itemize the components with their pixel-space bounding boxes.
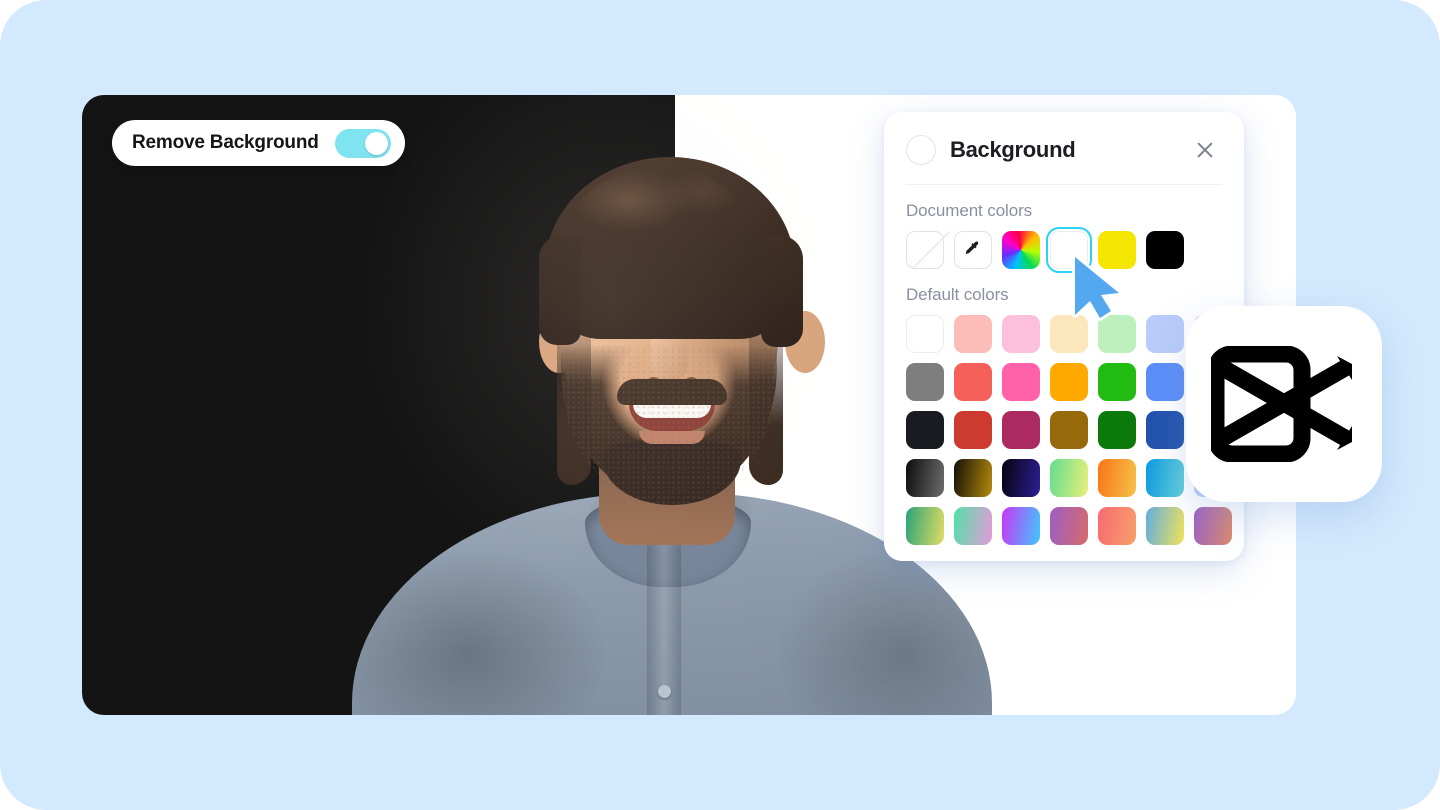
swatch[interactable]: [906, 315, 944, 353]
swatch[interactable]: [1050, 363, 1088, 401]
eyedropper-icon: [965, 241, 979, 254]
swatch[interactable]: [906, 363, 944, 401]
swatch-yellow[interactable]: [1098, 231, 1136, 269]
panel-header: Background: [884, 130, 1244, 170]
document-colors-row: [884, 226, 1244, 274]
swatch[interactable]: [954, 363, 992, 401]
swatch[interactable]: [1002, 411, 1040, 449]
swatch[interactable]: [1098, 363, 1136, 401]
default-colors-label: Default colors: [906, 285, 1009, 304]
capcut-logo-badge: [1186, 306, 1382, 502]
swatch[interactable]: [906, 459, 944, 497]
swatch-white-selected[interactable]: [1045, 226, 1093, 274]
document-colors-label: Document colors: [906, 201, 1033, 220]
swatch[interactable]: [1098, 411, 1136, 449]
page-corner-top-right: [1394, 0, 1440, 46]
circle-swatch-icon[interactable]: [906, 135, 936, 165]
remove-background-label: Remove Background: [132, 132, 319, 153]
swatch[interactable]: [954, 315, 992, 353]
page-corner-bottom-left: [0, 764, 46, 810]
swatch[interactable]: [954, 507, 992, 545]
panel-title: Background: [950, 137, 1076, 162]
swatch-transparent[interactable]: [906, 231, 950, 269]
screenshot-root: Remove Background Background Document co…: [0, 0, 1440, 810]
swatch[interactable]: [906, 507, 944, 545]
swatch[interactable]: [1002, 315, 1040, 353]
page-corner-bottom-right: [1394, 764, 1440, 810]
swatch[interactable]: [954, 459, 992, 497]
swatch[interactable]: [1098, 315, 1136, 353]
swatch[interactable]: [954, 411, 992, 449]
swatch[interactable]: [1002, 459, 1040, 497]
swatch-black[interactable]: [1146, 231, 1184, 269]
swatch[interactable]: [1194, 507, 1232, 545]
no-color-icon: [913, 231, 950, 269]
swatch[interactable]: [1146, 411, 1184, 449]
swatch[interactable]: [1050, 411, 1088, 449]
swatch[interactable]: [1146, 315, 1184, 353]
swatch[interactable]: [1146, 459, 1184, 497]
swatch[interactable]: [1146, 363, 1184, 401]
swatch[interactable]: [1098, 507, 1136, 545]
swatch[interactable]: [1050, 459, 1088, 497]
toggle-knob: [364, 131, 388, 155]
remove-background-control[interactable]: Remove Background: [112, 120, 405, 166]
swatch-eyedropper[interactable]: [954, 231, 992, 269]
swatch[interactable]: [1050, 315, 1088, 353]
swatch[interactable]: [906, 411, 944, 449]
capcut-logo-icon: [1211, 346, 1352, 462]
swatch[interactable]: [1002, 363, 1040, 401]
swatch[interactable]: [1098, 459, 1136, 497]
remove-background-toggle[interactable]: [334, 128, 391, 158]
swatch-color-wheel[interactable]: [1002, 231, 1040, 269]
swatch[interactable]: [1002, 507, 1040, 545]
page-corner-top-left: [0, 0, 46, 46]
swatch[interactable]: [1050, 507, 1088, 545]
close-x-icon[interactable]: [1192, 137, 1218, 163]
swatch[interactable]: [1146, 507, 1184, 545]
